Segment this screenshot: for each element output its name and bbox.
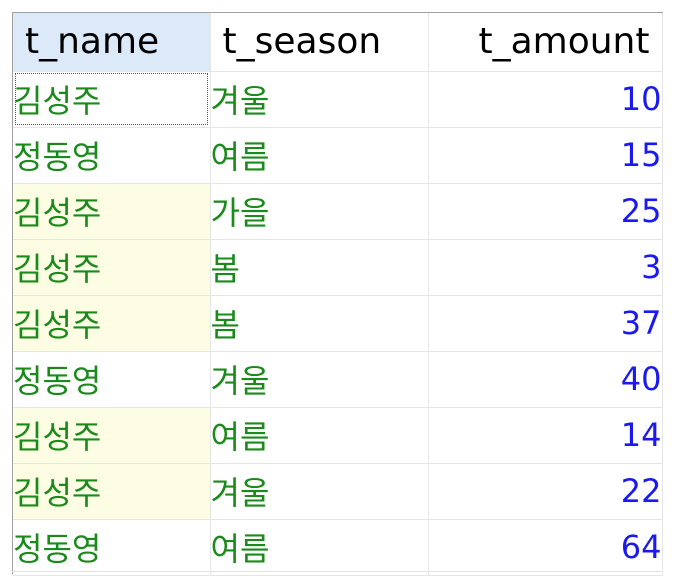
- cell-t-amount[interactable]: 25: [428, 183, 663, 240]
- cell-t-amount[interactable]: 40: [428, 351, 663, 408]
- cell-t-season[interactable]: 여름: [210, 407, 429, 464]
- table-row[interactable]: 김성주 봄 3: [13, 239, 663, 296]
- result-grid: t_name t_season t_amount 김성주 겨울 10 정동영 여…: [13, 13, 663, 576]
- cell-t-amount[interactable]: 14: [428, 407, 663, 464]
- cell-t-season[interactable]: 봄: [210, 295, 429, 352]
- cell-t-season[interactable]: 여름: [210, 127, 429, 184]
- cell-t-amount[interactable]: 10: [428, 71, 663, 128]
- cell-t-season[interactable]: 겨울: [210, 71, 429, 128]
- cell-t-amount[interactable]: 64: [428, 519, 663, 576]
- column-header-t-season[interactable]: t_season: [210, 13, 429, 72]
- cell-t-season[interactable]: 겨울: [210, 351, 429, 408]
- cell-t-name[interactable]: 정동영: [13, 127, 211, 184]
- cell-t-name[interactable]: 김성주: [13, 183, 211, 240]
- cell-t-season[interactable]: 겨울: [210, 463, 429, 520]
- cell-t-name[interactable]: 김성주: [13, 463, 211, 520]
- table-row[interactable]: 김성주 여름 14: [13, 407, 663, 464]
- header-row: t_name t_season t_amount: [13, 13, 663, 72]
- cell-t-name[interactable]: 김성주: [13, 407, 211, 464]
- column-header-t-name[interactable]: t_name: [13, 13, 211, 72]
- table-row[interactable]: 김성주 봄 37: [13, 295, 663, 352]
- cell-t-season[interactable]: 여름: [210, 519, 429, 576]
- cell-t-season[interactable]: 가을: [210, 183, 429, 240]
- cell-t-season[interactable]: 봄: [210, 239, 429, 296]
- table-row[interactable]: 김성주 가을 25: [13, 183, 663, 240]
- cell-t-name[interactable]: 정동영: [13, 351, 211, 408]
- table-row[interactable]: 정동영 여름 64: [13, 519, 663, 576]
- cell-t-amount[interactable]: 3: [428, 239, 663, 296]
- cell-t-amount[interactable]: 15: [428, 127, 663, 184]
- table-row[interactable]: 정동영 여름 15: [13, 127, 663, 184]
- cell-t-name[interactable]: 김성주: [13, 71, 211, 128]
- cell-t-name[interactable]: 정동영: [13, 519, 211, 576]
- column-header-t-amount[interactable]: t_amount: [428, 13, 663, 72]
- table-row[interactable]: 김성주 겨울 22: [13, 463, 663, 520]
- cell-t-amount[interactable]: 22: [428, 463, 663, 520]
- cell-t-name[interactable]: 김성주: [13, 295, 211, 352]
- table-row[interactable]: 정동영 겨울 40: [13, 351, 663, 408]
- cell-t-name[interactable]: 김성주: [13, 239, 211, 296]
- cell-t-amount[interactable]: 37: [428, 295, 663, 352]
- table-row[interactable]: 김성주 겨울 10: [13, 71, 663, 128]
